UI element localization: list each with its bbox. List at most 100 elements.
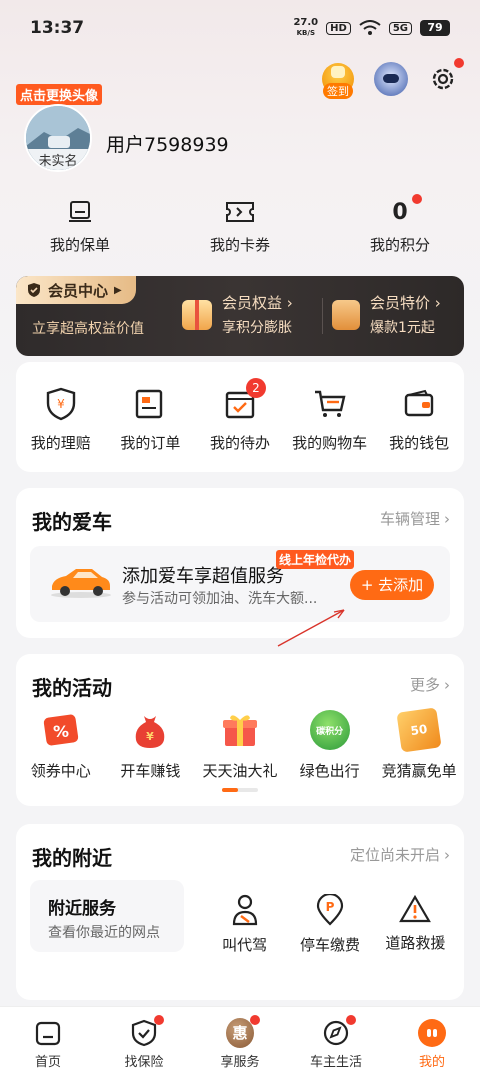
- notification-dot: [154, 1015, 164, 1025]
- todo-icon: 2: [222, 378, 266, 422]
- designated-driver-link[interactable]: 叫代驾: [202, 894, 287, 955]
- my-orders-link[interactable]: 我的订单: [106, 386, 196, 453]
- my-points-link[interactable]: 0 我的积分: [320, 194, 480, 255]
- status-indicators: 27.0 KB/S HD 5G 79: [293, 18, 450, 38]
- tab-home[interactable]: 首页: [0, 1007, 96, 1073]
- svg-text:P: P: [326, 900, 335, 914]
- car-icon: [51, 569, 111, 598]
- my-todo-link[interactable]: 2 我的待办: [195, 378, 285, 453]
- location-status-link[interactable]: 定位尚未开启 ›: [350, 844, 450, 865]
- username[interactable]: 用户7598939: [106, 130, 229, 157]
- drive-earn-link[interactable]: ¥ 开车赚钱: [106, 710, 196, 781]
- more-activities-link[interactable]: 更多 ›: [410, 674, 450, 695]
- add-car-subtitle: 参与活动可领加油、洗车大额...: [122, 591, 318, 607]
- coupon-icon: [225, 198, 255, 226]
- nearby-card: 我的附近 定位尚未开启 › 附近服务 查看你最近的网点 叫代驾 P 停车缴费 道…: [16, 824, 464, 1000]
- gift-box-icon: [222, 715, 257, 746]
- notification-dot: [411, 194, 422, 204]
- triangle-right-icon: ▶: [114, 284, 122, 296]
- services-card: ¥ 我的理赔 我的订单 2 我的待办 我的购物车 我的钱包: [16, 362, 464, 472]
- section-title: 我的附近: [32, 846, 112, 870]
- shopping-bag-icon: [332, 299, 360, 330]
- checkin-icon: [331, 66, 345, 78]
- network-speed: 27.0 KB/S: [293, 17, 319, 38]
- wifi-icon: [359, 20, 381, 35]
- my-policy-link[interactable]: 我的保单: [0, 198, 160, 255]
- vehicle-manage-link[interactable]: 车辆管理 ›: [380, 508, 450, 529]
- svg-text:¥: ¥: [57, 397, 65, 411]
- todo-badge: 2: [245, 378, 266, 398]
- svg-text:¥: ¥: [147, 730, 155, 743]
- me-icon: [418, 1019, 446, 1047]
- my-wallet-link[interactable]: 我的钱包: [374, 386, 464, 453]
- header-actions: 签到: [322, 58, 464, 99]
- tab-me[interactable]: 我的: [384, 1007, 480, 1073]
- my-cart-link[interactable]: 我的购物车: [285, 386, 375, 453]
- hui-icon: 惠: [226, 1015, 260, 1048]
- member-subtitle: 立享超高权益价值: [32, 321, 144, 337]
- coupon-center-link[interactable]: % 领券中心: [16, 710, 106, 781]
- wallet-icon: [401, 386, 437, 422]
- gift-icon: [182, 299, 212, 330]
- add-car-banner[interactable]: 添加爱车享超值服务 参与活动可领加油、洗车大额... 线上年检代办 + 去添加: [30, 546, 450, 622]
- money-bag-icon: ¥: [136, 716, 165, 748]
- green-travel-link[interactable]: 碳积分 绿色出行: [285, 710, 375, 781]
- chevron-right-icon: ›: [444, 675, 450, 694]
- bottom-tab-bar: 首页 找保险 惠 享服务 车主生活 我的: [0, 1006, 480, 1073]
- unverified-label: 未实名: [26, 149, 90, 170]
- member-center-tab[interactable]: 会员中心 ▶: [16, 276, 136, 304]
- settings-button[interactable]: [428, 58, 464, 94]
- cart-icon: [312, 386, 348, 422]
- shield-check-icon: [28, 283, 40, 297]
- carousel-indicator-active: [222, 788, 238, 792]
- road-rescue-link[interactable]: 道路救援: [373, 894, 458, 955]
- add-car-title: 添加爱车享超值服务: [122, 566, 284, 587]
- percent-coupon-icon: %: [43, 714, 78, 746]
- driver-icon: [232, 894, 257, 926]
- status-time: 13:37: [30, 18, 85, 38]
- carbon-points-icon: 碳积分: [309, 710, 350, 750]
- checkin-button[interactable]: 签到: [322, 63, 354, 99]
- hd-icon: HD: [326, 21, 351, 35]
- tab-services[interactable]: 惠 享服务: [192, 1007, 288, 1073]
- change-avatar-tag[interactable]: 点击更换头像: [16, 84, 103, 105]
- guess-win-link[interactable]: 50 竞猜赢免单: [374, 707, 464, 781]
- battery-icon: 79: [420, 20, 450, 36]
- member-banner[interactable]: 会员中心 ▶ 立享超高权益价值 会员权益 › 享积分膨胀 会员特价 › 爆款1元…: [16, 276, 464, 356]
- assistant-robot-icon[interactable]: [374, 62, 408, 96]
- daily-fuel-gift-link[interactable]: 天天油大礼: [195, 710, 285, 781]
- chevron-right-icon: ›: [444, 509, 450, 528]
- notification-dot: [454, 58, 464, 68]
- nearby-services-box[interactable]: 附近服务 查看你最近的网点: [30, 880, 184, 952]
- home-icon: [34, 1019, 62, 1047]
- notification-dot: [250, 1015, 260, 1025]
- gear-icon: [432, 68, 454, 90]
- inspection-tag: 线上年检代办: [276, 550, 355, 569]
- parking-payment-link[interactable]: P 停车缴费: [287, 894, 372, 955]
- shield-check-icon: [130, 1015, 164, 1047]
- notification-dot: [346, 1015, 356, 1025]
- member-benefits[interactable]: 会员权益 › 享积分膨胀: [182, 292, 293, 337]
- chevron-right-icon: ›: [444, 845, 450, 864]
- tab-car-life[interactable]: 车主生活: [288, 1007, 384, 1073]
- my-coupons-link[interactable]: 我的卡券: [160, 198, 320, 255]
- activities-card: 我的活动 更多 › % 领券中心 ¥ 开车赚钱 天天油大礼 碳积分 绿色出行 5…: [16, 654, 464, 806]
- tab-insurance[interactable]: 找保险: [96, 1007, 192, 1073]
- section-title: 我的活动: [32, 676, 112, 700]
- order-icon: [132, 386, 168, 422]
- avatar[interactable]: 未实名: [24, 104, 92, 172]
- my-car-card: 我的爱车 车辆管理 › 添加爱车享超值服务 参与活动可领加油、洗车大额... 线…: [16, 488, 464, 638]
- carousel-indicator: [222, 788, 258, 792]
- member-deals[interactable]: 会员特价 › 爆款1元起: [332, 292, 441, 337]
- policy-icon: [67, 198, 93, 226]
- points-value: 0: [392, 199, 408, 225]
- my-claims-link[interactable]: ¥ 我的理赔: [16, 386, 106, 453]
- quick-links: 我的保单 我的卡券 0 我的积分: [0, 194, 480, 255]
- parking-icon: P: [316, 894, 344, 926]
- svg-text:%: %: [53, 722, 69, 741]
- signal-icon: 5G: [388, 21, 412, 35]
- voucher-icon: 50: [396, 707, 442, 753]
- add-car-button[interactable]: + 去添加: [350, 570, 434, 600]
- shield-yen-icon: ¥: [43, 386, 79, 422]
- section-title: 我的爱车: [32, 510, 112, 534]
